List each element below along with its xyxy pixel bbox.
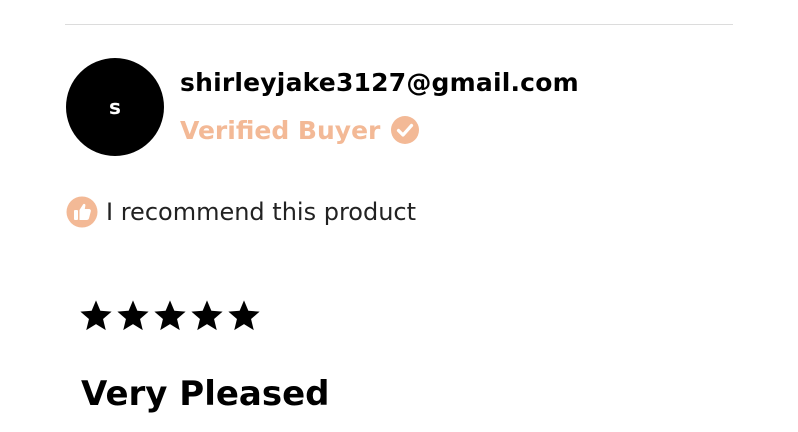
reviewer-email: shirleyjake3127@gmail.com bbox=[180, 68, 579, 97]
star-icon bbox=[115, 298, 151, 334]
divider bbox=[65, 24, 733, 25]
star-icon bbox=[78, 298, 114, 334]
avatar: s bbox=[66, 58, 164, 156]
avatar-initial: s bbox=[109, 95, 121, 119]
recommendation: I recommend this product bbox=[66, 195, 416, 229]
check-circle-icon bbox=[390, 115, 420, 145]
verified-buyer-label: Verified Buyer bbox=[180, 115, 381, 145]
review-card: s shirleyjake3127@gmail.com Verified Buy… bbox=[0, 0, 798, 432]
verified-badge: Verified Buyer bbox=[180, 112, 420, 148]
star-rating bbox=[78, 298, 262, 334]
star-icon bbox=[189, 298, 225, 334]
star-icon bbox=[226, 298, 262, 334]
thumbs-up-icon bbox=[66, 196, 98, 228]
star-icon bbox=[152, 298, 188, 334]
review-title: Very Pleased bbox=[81, 374, 330, 414]
recommend-text: I recommend this product bbox=[106, 198, 417, 226]
